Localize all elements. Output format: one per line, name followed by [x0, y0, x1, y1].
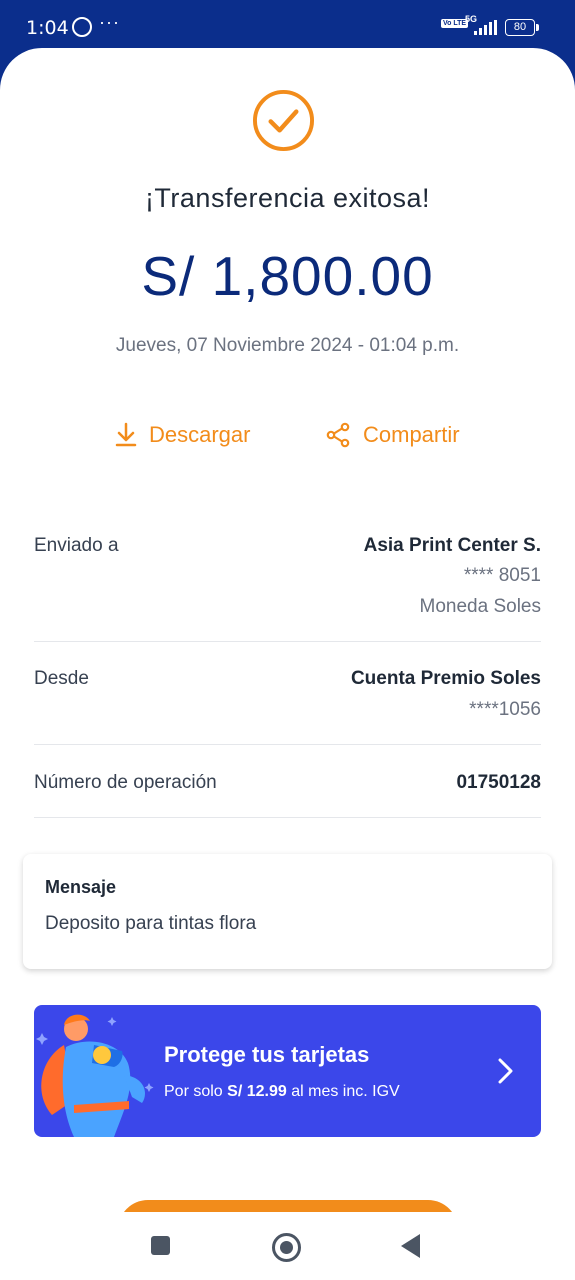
promo-sub-suffix: al mes inc. IGV: [291, 1083, 400, 1100]
share-label: Compartir: [363, 422, 460, 447]
operation-number: 01750128: [456, 772, 541, 793]
download-icon: [115, 422, 137, 447]
source-account-name: Cuenta Premio Soles: [350, 668, 541, 689]
receipt-sheet: ¡Transferencia exitosa! S/ 1,800.00 Juev…: [0, 48, 575, 1280]
download-label: Descargar: [149, 422, 251, 447]
from-label: Desde: [34, 668, 89, 689]
promo-subtitle: Por solo S/ 12.99 al mes inc. IGV: [164, 1083, 400, 1101]
recipient-currency: Moneda Soles: [419, 596, 541, 617]
message-title: Mensaje: [45, 877, 117, 897]
recent-apps-button[interactable]: [151, 1236, 170, 1255]
back-button[interactable]: [401, 1234, 420, 1258]
home-button[interactable]: [272, 1233, 301, 1262]
transfer-date: Jueves, 07 Noviembre 2024 - 01:04 p.m.: [115, 335, 460, 356]
promo-sub-prefix: Por solo: [164, 1083, 223, 1100]
message-body: Deposito para tintas flora: [45, 913, 257, 934]
system-navigation-bar: [0, 1212, 575, 1280]
whatsapp-icon: [72, 17, 92, 37]
download-button[interactable]: Descargar: [115, 418, 250, 452]
divider: [34, 641, 541, 642]
message-card: Mensaje Deposito para tintas flora: [23, 854, 552, 969]
divider: [34, 817, 541, 818]
sent-to-label: Enviado a: [34, 535, 119, 556]
status-time: 1:04: [26, 17, 69, 39]
chevron-right-icon: [498, 1058, 513, 1084]
promo-price: S/ 12.99: [227, 1083, 287, 1100]
source-account-number: ****1056: [469, 699, 541, 720]
recipient-account: **** 8051: [463, 565, 541, 586]
transfer-amount: S/ 1,800.00: [141, 245, 434, 307]
share-button[interactable]: Compartir: [325, 418, 460, 452]
superhero-illustration: [36, 1014, 154, 1137]
signal-icon: [474, 20, 498, 35]
operation-label: Número de operación: [34, 772, 217, 793]
divider: [34, 744, 541, 745]
share-icon: [326, 422, 350, 448]
battery-icon: 80: [505, 19, 539, 36]
page-title: ¡Transferencia exitosa!: [144, 183, 431, 213]
more-notifications-icon: ···: [99, 12, 120, 32]
promo-title: Protege tus tarjetas: [164, 1042, 370, 1067]
success-check-icon: [252, 89, 315, 152]
recipient-name: Asia Print Center S.: [363, 535, 541, 556]
protect-cards-banner[interactable]: Protege tus tarjetas Por solo S/ 12.99 a…: [34, 1005, 541, 1137]
